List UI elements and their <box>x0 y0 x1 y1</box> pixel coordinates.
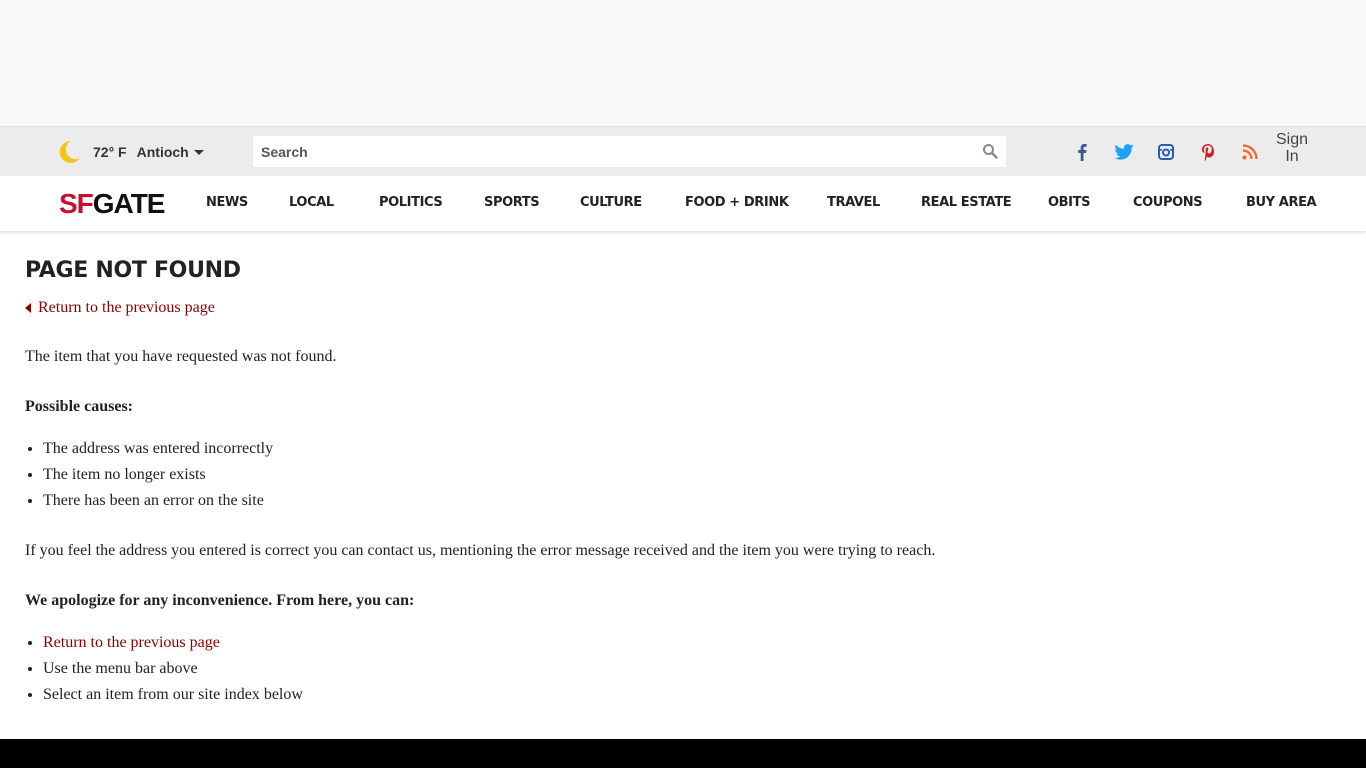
utility-bar: 72° F Antioch Sign In <box>0 126 1366 176</box>
list-item: The item no longer exists <box>43 462 273 488</box>
logo-sf: SF <box>59 188 94 219</box>
nav-item-food-drink[interactable]: FOOD + DRINK <box>685 195 789 210</box>
nav-item-travel[interactable]: TRAVEL <box>827 195 880 210</box>
return-previous-link[interactable]: Return to the previous page <box>25 298 215 318</box>
weather-widget: 72° F Antioch <box>56 127 204 177</box>
list-item: There has been an error on the site <box>43 488 273 514</box>
options-list: Return to the previous page Use the menu… <box>25 630 303 708</box>
caret-down-icon <box>193 149 204 155</box>
location-label: Antioch <box>136 144 189 160</box>
page-title: PAGE NOT FOUND <box>25 258 241 283</box>
facebook-icon[interactable] <box>1070 140 1094 164</box>
causes-list: The address was entered incorrectly The … <box>25 436 273 514</box>
nav-item-obits[interactable]: OBITS <box>1048 195 1090 210</box>
logo-gate: GATE <box>92 188 166 219</box>
pinterest-icon[interactable] <box>1196 140 1220 164</box>
list-item: Use the menu bar above <box>43 656 303 682</box>
search-input[interactable] <box>253 137 961 166</box>
instagram-icon[interactable] <box>1154 140 1178 164</box>
caret-left-icon <box>25 303 31 313</box>
nav-item-culture[interactable]: CULTURE <box>580 195 642 210</box>
nav-item-coupons[interactable]: COUPONS <box>1133 195 1203 210</box>
apology-heading: We apologize for any inconvenience. From… <box>25 592 415 609</box>
social-links <box>1070 127 1280 177</box>
moon-icon <box>59 140 80 163</box>
weather-temperature: 72° F <box>93 144 127 160</box>
search-box <box>253 136 1006 167</box>
list-item: The address was entered incorrectly <box>43 436 273 462</box>
sign-in-label-line2: In <box>1285 148 1299 165</box>
ad-space <box>0 0 1366 126</box>
return-previous-option-link[interactable]: Return to the previous page <box>43 634 220 651</box>
return-previous-label: Return to the previous page <box>38 299 215 316</box>
sfgate-logo[interactable]: SFGATE <box>59 188 166 219</box>
search-icon[interactable] <box>982 143 998 159</box>
list-item: Return to the previous page <box>43 630 303 656</box>
nav-item-buy-area[interactable]: BUY AREA <box>1246 195 1317 210</box>
contact-message: If you feel the address you entered is c… <box>25 542 936 559</box>
nav-item-local[interactable]: LOCAL <box>289 195 334 210</box>
location-dropdown[interactable]: Antioch <box>137 144 204 160</box>
not-found-message: The item that you have requested was not… <box>25 348 337 365</box>
causes-heading: Possible causes: <box>25 398 133 415</box>
nav-item-news[interactable]: NEWS <box>206 195 248 210</box>
nav-item-sports[interactable]: SPORTS <box>484 195 540 210</box>
footer-bar <box>0 739 1366 768</box>
twitter-icon[interactable] <box>1112 140 1136 164</box>
nav-item-real-estate[interactable]: REAL ESTATE <box>921 195 1012 210</box>
list-item: Select an item from our site index below <box>43 682 303 708</box>
sign-in-link[interactable]: Sign In <box>1272 131 1312 165</box>
sign-in-label-line1: Sign <box>1275 131 1309 148</box>
main-nav: SFGATE NEWS LOCAL POLITICS SPORTS CULTUR… <box>0 176 1366 231</box>
nav-item-politics[interactable]: POLITICS <box>379 195 443 210</box>
rss-icon[interactable] <box>1238 140 1262 164</box>
